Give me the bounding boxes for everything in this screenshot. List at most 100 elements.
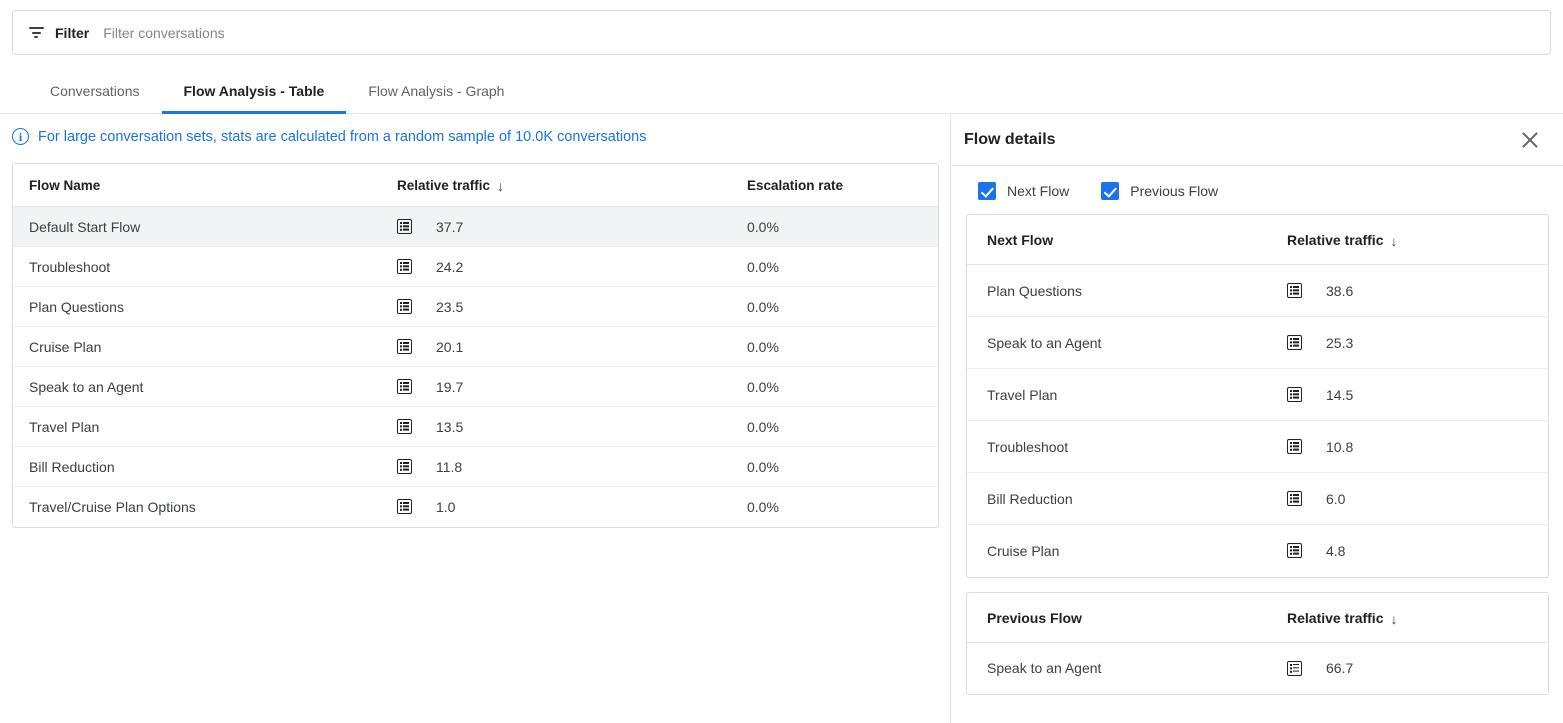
table-row[interactable]: Plan Questions 38.6: [967, 265, 1548, 317]
info-icon: i: [12, 128, 29, 145]
list-view-icon[interactable]: [397, 499, 412, 514]
list-view-icon[interactable]: [1287, 439, 1302, 454]
cell-escalation-rate: 0.0%: [731, 407, 938, 447]
sampling-info-text: For large conversation sets, stats are c…: [38, 129, 647, 145]
table-row[interactable]: Speak to an Agent 19.7 0.0%: [13, 367, 938, 407]
column-header-previous-flow-relative-traffic[interactable]: Relative traffic ↓: [1267, 593, 1548, 643]
cell-next-flow-name: Travel Plan: [967, 369, 1267, 421]
checkbox-next-flow-label: Next Flow: [1007, 183, 1069, 199]
table-row[interactable]: Troubleshoot 10.8: [967, 421, 1548, 473]
column-header-escalation-rate[interactable]: Escalation rate: [731, 164, 938, 207]
checkbox-next-flow[interactable]: [978, 182, 996, 200]
tab-flow-analysis-table[interactable]: Flow Analysis - Table: [162, 68, 347, 113]
checkbox-previous-flow[interactable]: [1101, 182, 1119, 200]
cell-escalation-rate: 0.0%: [731, 487, 938, 527]
list-view-icon[interactable]: [397, 299, 412, 314]
column-header-flow-name[interactable]: Flow Name: [13, 164, 381, 207]
list-view-icon[interactable]: [397, 379, 412, 394]
cell-flow-name: Troubleshoot: [13, 247, 381, 287]
column-header-next-flow[interactable]: Next Flow: [967, 215, 1267, 265]
cell-next-flow-relative-traffic: 25.3: [1267, 317, 1548, 369]
table-row[interactable]: Travel/Cruise Plan Options 1.0 0.0%: [13, 487, 938, 527]
tab-conversations[interactable]: Conversations: [28, 68, 162, 113]
checkbox-group-previous-flow[interactable]: Previous Flow: [1101, 182, 1218, 200]
table-row[interactable]: Speak to an Agent 25.3: [967, 317, 1548, 369]
table-row[interactable]: Troubleshoot 24.2 0.0%: [13, 247, 938, 287]
cell-relative-traffic: 1.0: [381, 487, 731, 527]
flow-analysis-page: Filter Conversations Flow Analysis - Tab…: [0, 0, 1563, 723]
next-flow-relative-traffic-value: 38.6: [1326, 283, 1353, 299]
cell-flow-name: Travel/Cruise Plan Options: [13, 487, 381, 527]
cell-next-flow-relative-traffic: 6.0: [1267, 473, 1548, 525]
previous-flow-table: Previous Flow Relative traffic ↓ Speak to…: [966, 592, 1549, 696]
list-view-icon[interactable]: [1287, 491, 1302, 506]
cell-next-flow-name: Troubleshoot: [967, 421, 1267, 473]
column-header-next-flow-relative-traffic[interactable]: Relative traffic↓: [1267, 215, 1548, 265]
table-header-row: Previous Flow Relative traffic ↓: [967, 593, 1548, 643]
table-row[interactable]: Travel Plan 14.5: [967, 369, 1548, 421]
cell-next-flow-name: Cruise Plan: [967, 525, 1267, 577]
relative-traffic-value: 19.7: [436, 379, 463, 395]
list-view-icon[interactable]: [397, 219, 412, 234]
cell-escalation-rate: 0.0%: [731, 367, 938, 407]
table-row[interactable]: Bill Reduction 6.0: [967, 473, 1548, 525]
cell-escalation-rate: 0.0%: [731, 287, 938, 327]
cell-flow-name: Bill Reduction: [13, 447, 381, 487]
table-row[interactable]: Cruise Plan 20.1 0.0%: [13, 327, 938, 367]
table-row[interactable]: Travel Plan 13.5 0.0%: [13, 407, 938, 447]
relative-traffic-value: 24.2: [436, 259, 463, 275]
column-header-previous-flow[interactable]: Previous Flow: [967, 593, 1267, 643]
tab-bar: Conversations Flow Analysis - Table Flow…: [0, 68, 1563, 114]
list-view-icon[interactable]: [397, 459, 412, 474]
list-view-icon[interactable]: [397, 419, 412, 434]
filter-label: Filter: [55, 25, 89, 41]
cell-escalation-rate: 0.0%: [731, 207, 938, 247]
next-flow-relative-traffic-value: 14.5: [1326, 387, 1353, 403]
cell-next-flow-name: Plan Questions: [967, 265, 1267, 317]
table-row[interactable]: Default Start Flow 37.7 0.0%: [13, 207, 938, 247]
flow-table-pane: i For large conversation sets, stats are…: [0, 114, 951, 723]
table-row[interactable]: Cruise Plan 4.8: [967, 525, 1548, 577]
cell-flow-name: Speak to an Agent: [13, 367, 381, 407]
filter-list-icon: [27, 24, 45, 42]
cell-next-flow-name: Bill Reduction: [967, 473, 1267, 525]
flow-direction-filters: Next Flow Previous Flow: [952, 166, 1563, 214]
cell-escalation-rate: 0.0%: [731, 447, 938, 487]
cell-next-flow-relative-traffic: 4.8: [1267, 525, 1548, 577]
sort-descending-arrow-icon: ↓: [1390, 611, 1397, 627]
cell-relative-traffic: 19.7: [381, 367, 731, 407]
sampling-info-banner: i For large conversation sets, stats are…: [0, 114, 950, 157]
checkbox-group-next-flow[interactable]: Next Flow: [978, 182, 1069, 200]
relative-traffic-value: 37.7: [436, 219, 463, 235]
cell-flow-name: Travel Plan: [13, 407, 381, 447]
cell-flow-name: Default Start Flow: [13, 207, 381, 247]
list-view-icon[interactable]: [1287, 283, 1302, 298]
cell-escalation-rate: 0.0%: [731, 327, 938, 367]
filter-bar[interactable]: Filter: [12, 10, 1551, 55]
flow-table: Flow Name Relative traffic↓ Escalation r…: [12, 163, 939, 528]
list-view-icon[interactable]: [1287, 335, 1302, 350]
cell-previous-flow-name: Speak to an Agent: [967, 642, 1267, 694]
list-view-icon[interactable]: [1287, 387, 1302, 402]
column-header-previous-flow-relative-traffic-label: Relative traffic: [1287, 610, 1383, 626]
cell-previous-flow-relative-traffic: 66.7: [1267, 642, 1548, 694]
list-view-icon[interactable]: [397, 339, 412, 354]
list-view-icon[interactable]: [1287, 661, 1302, 676]
table-row[interactable]: Speak to an Agent 66.7: [967, 642, 1548, 694]
list-view-icon[interactable]: [1287, 543, 1302, 558]
relative-traffic-value: 20.1: [436, 339, 463, 355]
cell-relative-traffic: 13.5: [381, 407, 731, 447]
next-flow-table: Next Flow Relative traffic↓ Plan Questio…: [966, 214, 1549, 578]
tab-flow-analysis-graph[interactable]: Flow Analysis - Graph: [346, 68, 526, 113]
relative-traffic-value: 1.0: [436, 499, 455, 515]
next-flow-relative-traffic-value: 6.0: [1326, 491, 1345, 507]
table-row[interactable]: Plan Questions 23.5 0.0%: [13, 287, 938, 327]
filter-conversations-input[interactable]: [103, 11, 1536, 54]
list-view-icon[interactable]: [397, 259, 412, 274]
flow-details-title: Flow details: [964, 131, 1056, 149]
column-header-relative-traffic[interactable]: Relative traffic↓: [381, 164, 731, 207]
table-row[interactable]: Bill Reduction 11.8 0.0%: [13, 447, 938, 487]
next-flow-relative-traffic-value: 10.8: [1326, 439, 1353, 455]
close-icon[interactable]: [1517, 127, 1543, 153]
sort-descending-arrow-icon: ↓: [497, 178, 504, 194]
